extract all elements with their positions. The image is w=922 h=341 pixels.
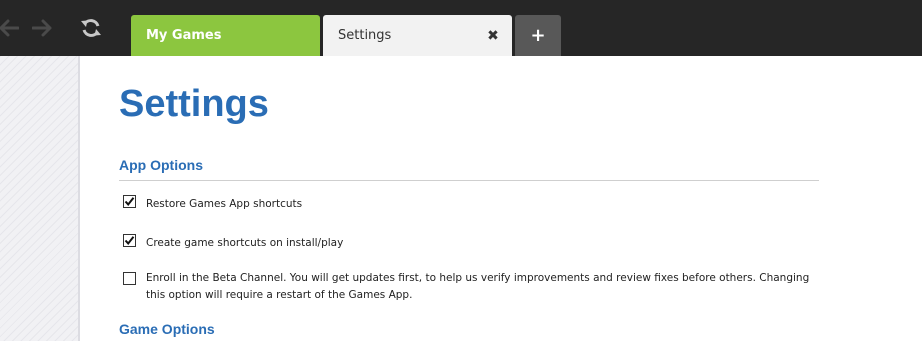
- new-tab-button[interactable]: +: [515, 15, 561, 56]
- arrow-left-icon: [0, 19, 19, 37]
- option-label: Create game shortcuts on install/play: [146, 237, 344, 249]
- create-shortcuts-checkbox[interactable]: [123, 234, 136, 247]
- plus-icon: +: [530, 25, 546, 46]
- back-button[interactable]: [0, 0, 20, 56]
- section-divider: [119, 180, 819, 181]
- tab-my-games[interactable]: My Games: [131, 15, 320, 56]
- refresh-icon: [81, 19, 101, 37]
- tab-label: My Games: [146, 28, 222, 43]
- section-title-game-options: Game Options: [119, 321, 215, 337]
- restore-shortcuts-checkbox[interactable]: [123, 195, 136, 208]
- tab-label: Settings: [338, 28, 392, 43]
- option-label: Restore Games App shortcuts: [146, 198, 303, 210]
- refresh-button[interactable]: [77, 0, 105, 56]
- section-title-app-options: App Options: [119, 157, 203, 173]
- sidebar-pattern: [0, 56, 80, 341]
- option-label: Enroll in the Beta Channel. You will get…: [146, 272, 810, 301]
- page-title: Settings: [119, 83, 269, 125]
- arrow-right-icon: [32, 19, 52, 37]
- beta-channel-checkbox[interactable]: [123, 272, 136, 285]
- checkmark-icon: [124, 197, 135, 207]
- tab-settings[interactable]: Settings ✖: [323, 15, 512, 56]
- checkmark-icon: [124, 236, 135, 246]
- top-bar: My Games Settings ✖ +: [0, 0, 922, 56]
- forward-button[interactable]: [30, 0, 54, 56]
- close-icon[interactable]: ✖: [486, 15, 500, 56]
